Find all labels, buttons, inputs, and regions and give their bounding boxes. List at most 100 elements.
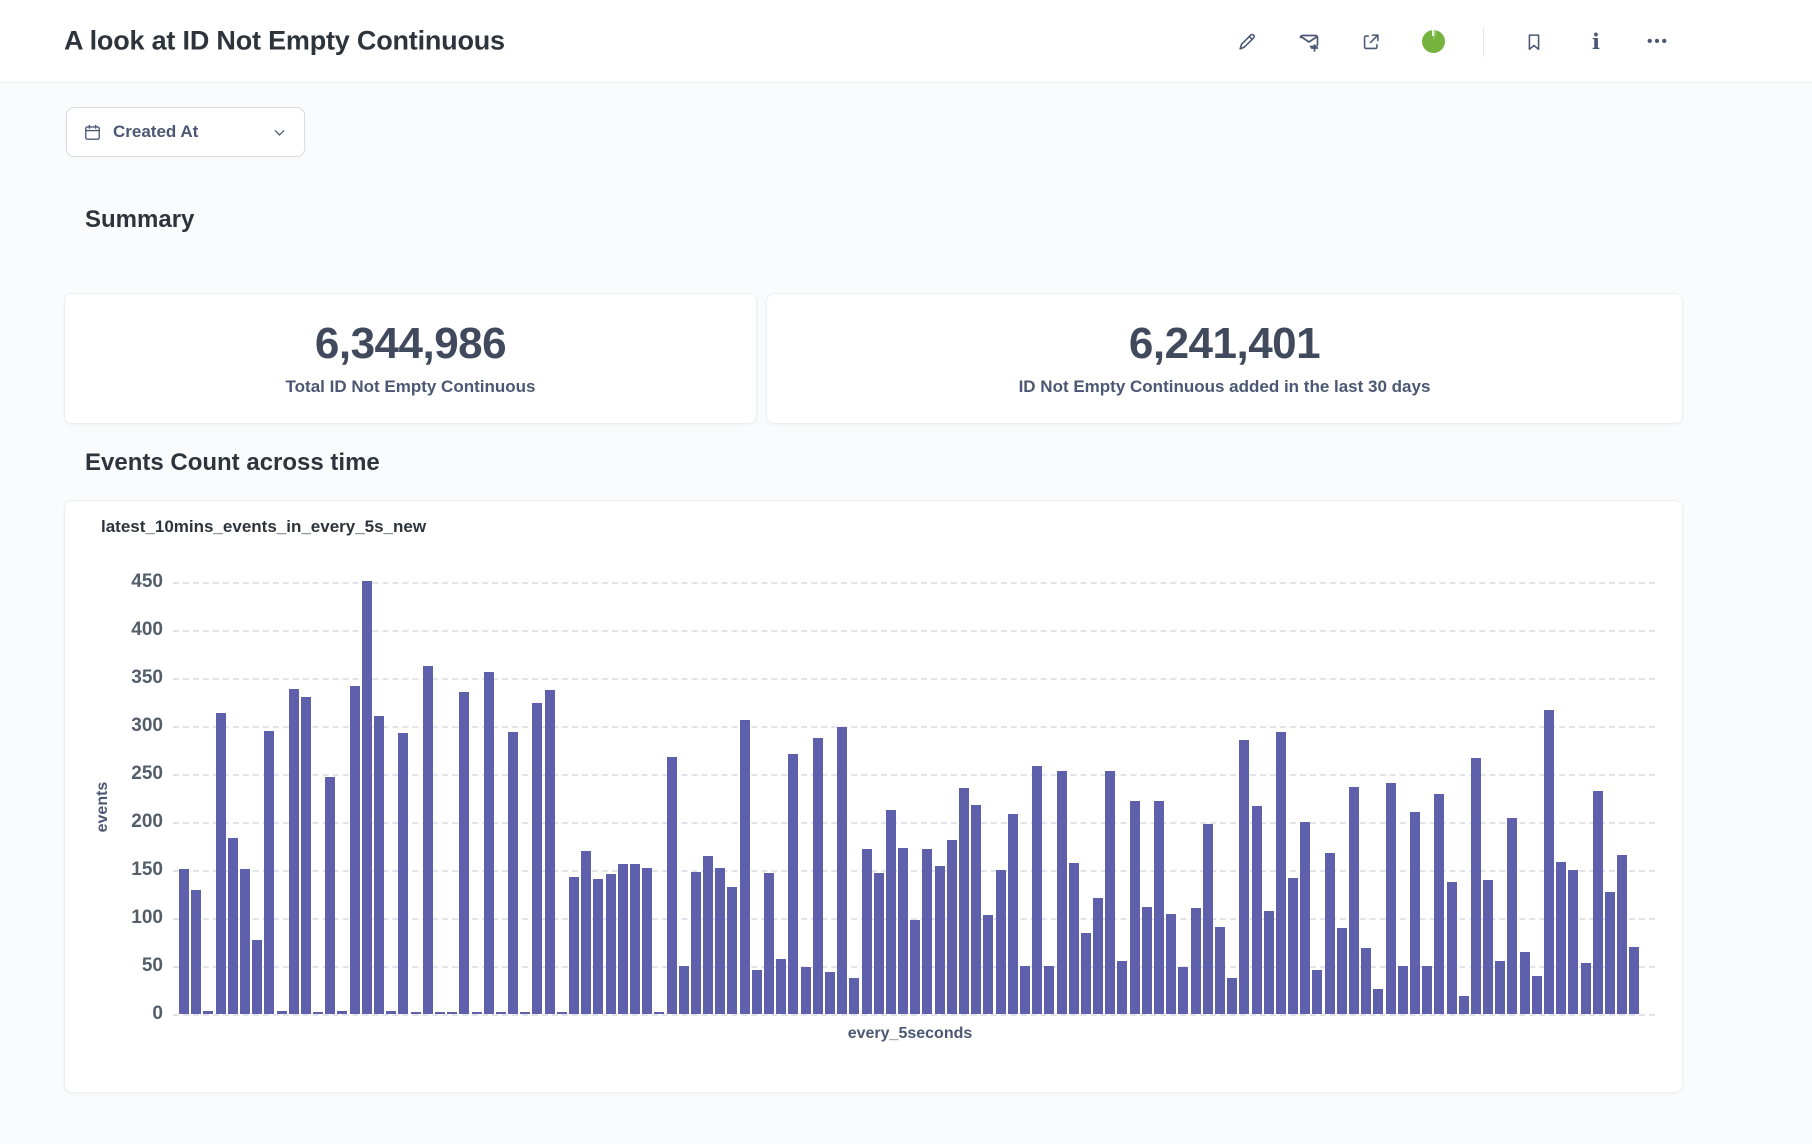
bar-21[interactable] [435, 1012, 445, 1014]
share-external-icon[interactable] [1359, 30, 1383, 54]
bar-10[interactable] [301, 697, 311, 1014]
bar-28[interactable] [520, 1012, 530, 1014]
bar-40[interactable] [667, 757, 677, 1014]
created-at-filter[interactable]: Created At [66, 107, 305, 157]
bar-25[interactable] [484, 672, 494, 1014]
bar-18[interactable] [398, 733, 408, 1014]
bar-96[interactable] [1349, 787, 1359, 1014]
bar-87[interactable] [1239, 740, 1249, 1014]
bar-86[interactable] [1227, 978, 1237, 1014]
bar-50[interactable] [788, 754, 798, 1014]
bar-112[interactable] [1544, 710, 1554, 1014]
bar-41[interactable] [679, 966, 689, 1014]
bar-89[interactable] [1264, 911, 1274, 1014]
bar-57[interactable] [874, 873, 884, 1014]
bar-85[interactable] [1215, 927, 1225, 1014]
bar-75[interactable] [1093, 898, 1103, 1014]
bar-60[interactable] [910, 920, 920, 1014]
bar-31[interactable] [557, 1012, 567, 1014]
bar-81[interactable] [1166, 914, 1176, 1014]
bar-64[interactable] [959, 788, 969, 1014]
bar-33[interactable] [581, 851, 591, 1014]
bar-3[interactable] [216, 713, 226, 1014]
bar-46[interactable] [740, 720, 750, 1014]
bar-69[interactable] [1020, 966, 1030, 1014]
bar-9[interactable] [289, 689, 299, 1014]
bar-67[interactable] [996, 870, 1006, 1014]
bar-62[interactable] [935, 866, 945, 1014]
bar-95[interactable] [1337, 928, 1347, 1014]
bar-47[interactable] [752, 970, 762, 1014]
bar-106[interactable] [1471, 758, 1481, 1014]
bar-63[interactable] [947, 840, 957, 1014]
bar-97[interactable] [1361, 948, 1371, 1014]
bar-29[interactable] [532, 703, 542, 1014]
bar-8[interactable] [277, 1011, 287, 1014]
bar-110[interactable] [1520, 952, 1530, 1014]
bar-27[interactable] [508, 732, 518, 1014]
bar-91[interactable] [1288, 878, 1298, 1014]
bar-55[interactable] [849, 978, 859, 1014]
bar-71[interactable] [1044, 966, 1054, 1014]
bar-32[interactable] [569, 877, 579, 1014]
bar-61[interactable] [922, 849, 932, 1014]
bar-79[interactable] [1142, 907, 1152, 1014]
bar-78[interactable] [1130, 801, 1140, 1014]
scalar-card-total[interactable]: 6,344,986 Total ID Not Empty Continuous [64, 293, 757, 424]
bar-115[interactable] [1581, 963, 1591, 1014]
bar-59[interactable] [898, 848, 908, 1014]
bar-94[interactable] [1325, 853, 1335, 1014]
bar-36[interactable] [618, 864, 628, 1014]
bar-43[interactable] [703, 856, 713, 1014]
bar-68[interactable] [1008, 814, 1018, 1014]
bar-38[interactable] [642, 868, 652, 1014]
bar-119[interactable] [1629, 947, 1639, 1014]
bar-111[interactable] [1532, 976, 1542, 1014]
bar-117[interactable] [1605, 892, 1615, 1014]
bar-108[interactable] [1495, 961, 1505, 1014]
bar-99[interactable] [1386, 783, 1396, 1014]
bar-2[interactable] [203, 1011, 213, 1014]
bar-16[interactable] [374, 716, 384, 1014]
bar-37[interactable] [630, 864, 640, 1014]
bar-20[interactable] [423, 666, 433, 1014]
bar-104[interactable] [1447, 882, 1457, 1014]
bar-58[interactable] [886, 810, 896, 1014]
bar-107[interactable] [1483, 880, 1493, 1014]
bar-23[interactable] [459, 692, 469, 1014]
bar-54[interactable] [837, 727, 847, 1014]
bar-118[interactable] [1617, 855, 1627, 1014]
bar-12[interactable] [325, 777, 335, 1014]
bar-90[interactable] [1276, 732, 1286, 1014]
bar-93[interactable] [1312, 970, 1322, 1014]
bar-102[interactable] [1422, 966, 1432, 1014]
bar-103[interactable] [1434, 794, 1444, 1014]
bar-26[interactable] [496, 1012, 506, 1014]
bar-34[interactable] [593, 879, 603, 1014]
bar-116[interactable] [1593, 791, 1603, 1014]
bar-114[interactable] [1568, 870, 1578, 1014]
bar-105[interactable] [1459, 996, 1469, 1014]
bar-52[interactable] [813, 738, 823, 1014]
bar-74[interactable] [1081, 933, 1091, 1014]
bar-48[interactable] [764, 873, 774, 1014]
bar-22[interactable] [447, 1012, 457, 1014]
bar-45[interactable] [727, 887, 737, 1014]
bar-5[interactable] [240, 869, 250, 1014]
bar-73[interactable] [1069, 863, 1079, 1014]
info-icon[interactable]: i [1584, 30, 1608, 54]
bar-92[interactable] [1300, 822, 1310, 1014]
bar-17[interactable] [386, 1011, 396, 1014]
bar-101[interactable] [1410, 812, 1420, 1014]
auto-refresh-status-icon[interactable] [1421, 30, 1445, 54]
more-options-icon[interactable]: ••• [1646, 30, 1670, 54]
edit-pencil-icon[interactable] [1235, 30, 1259, 54]
bar-15[interactable] [362, 581, 372, 1014]
bar-109[interactable] [1507, 818, 1517, 1014]
bar-65[interactable] [971, 805, 981, 1014]
bar-113[interactable] [1556, 862, 1566, 1014]
bar-88[interactable] [1252, 806, 1262, 1014]
bar-53[interactable] [825, 972, 835, 1014]
bar-56[interactable] [862, 849, 872, 1014]
bar-6[interactable] [252, 940, 262, 1014]
